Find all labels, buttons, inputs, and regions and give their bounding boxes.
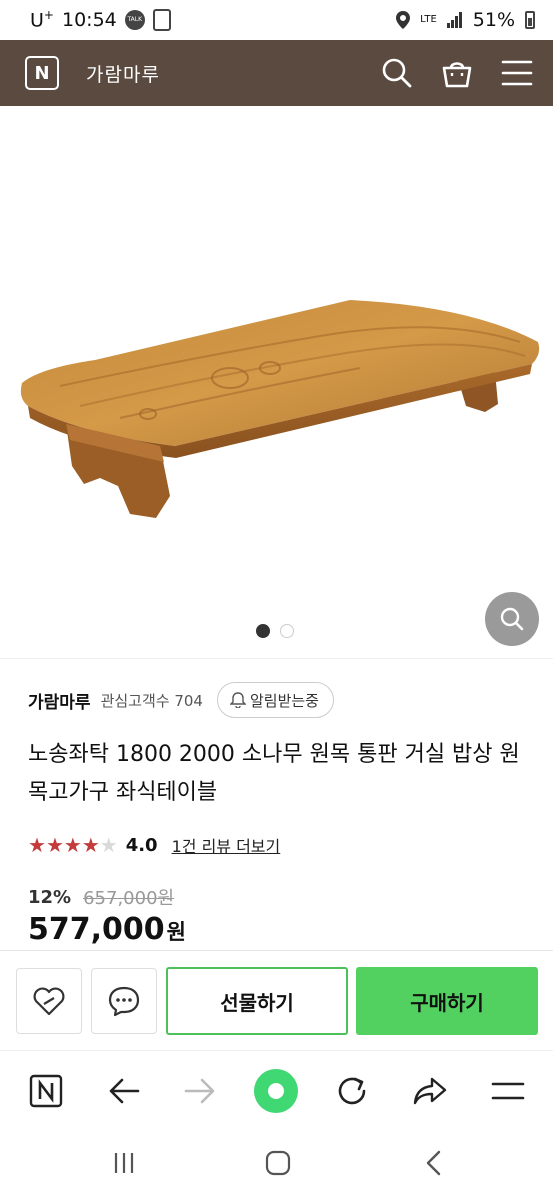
clock: 10:54 xyxy=(61,8,117,31)
rating-row: ★★★★★ 4.0 1건 리뷰 더보기 xyxy=(28,832,280,858)
product-image-carousel[interactable] xyxy=(0,106,553,658)
system-navigation-bar xyxy=(0,1128,553,1200)
price-unit: 원 xyxy=(166,920,186,944)
menu-icon[interactable] xyxy=(501,59,533,87)
search-icon[interactable] xyxy=(381,57,413,89)
back-icon[interactable] xyxy=(414,1148,454,1178)
signal-icon xyxy=(446,12,462,28)
cart-icon[interactable] xyxy=(441,57,473,89)
status-bar: U+ 10:54 TALK LTE 51% xyxy=(0,0,553,40)
back-arrow-icon[interactable] xyxy=(102,1069,146,1113)
magnify-icon xyxy=(500,607,524,631)
naver-home-icon[interactable] xyxy=(24,1069,68,1113)
wishlist-button[interactable] xyxy=(16,968,82,1034)
carousel-indicator xyxy=(256,624,294,638)
recent-apps-icon[interactable] xyxy=(104,1148,144,1178)
refresh-icon[interactable] xyxy=(330,1069,374,1113)
battery-percent: 51% xyxy=(472,9,515,31)
bell-check-icon xyxy=(229,692,246,708)
notification-icon xyxy=(152,8,171,31)
discount-rate: 12% xyxy=(28,886,72,908)
follower-count: 관심고객수 704 xyxy=(100,691,203,710)
star-rating: ★★★★★ xyxy=(28,833,118,857)
notify-button[interactable]: 알림받는중 xyxy=(216,682,334,718)
location-icon xyxy=(396,11,411,29)
review-link[interactable]: 1건 리뷰 더보기 xyxy=(172,833,281,857)
buy-button[interactable]: 구매하기 xyxy=(356,967,538,1035)
battery-icon xyxy=(525,11,535,29)
browser-toolbar xyxy=(0,1050,553,1128)
green-dot-icon[interactable] xyxy=(252,1067,300,1115)
star-empty-icon: ★ xyxy=(99,833,118,857)
original-price: 657,000원 xyxy=(83,888,175,909)
seller-name[interactable]: 가람마루 xyxy=(28,688,91,713)
heart-icon xyxy=(33,987,65,1016)
share-icon[interactable] xyxy=(408,1069,452,1113)
chat-bubble-icon xyxy=(108,986,140,1017)
sale-price: 577,000원 xyxy=(28,912,186,947)
star-filled-icon: ★ xyxy=(81,833,100,857)
notify-label: 알림받는중 xyxy=(249,691,319,710)
naver-logo[interactable]: N xyxy=(25,56,59,90)
forward-arrow-icon[interactable] xyxy=(178,1069,222,1113)
star-filled-icon: ★ xyxy=(28,833,46,857)
zoom-image-button[interactable] xyxy=(485,592,539,646)
product-title: 노송좌탁 1800 2000 소나무 원목 통판 거실 밥상 원목고가구 좌식테… xyxy=(28,742,520,805)
price-row: 12% 657,000원 xyxy=(28,884,174,910)
rating-value: 4.0 xyxy=(125,834,158,856)
browser-menu-icon[interactable] xyxy=(486,1069,530,1113)
chat-button[interactable] xyxy=(91,968,157,1034)
star-filled-icon: ★ xyxy=(63,833,82,857)
purchase-action-bar: 선물하기 구매하기 xyxy=(0,950,553,1050)
product-image xyxy=(20,300,540,518)
carousel-dot-active[interactable] xyxy=(256,624,270,638)
network-type: LTE xyxy=(420,14,437,25)
carousel-dot[interactable] xyxy=(280,624,294,638)
carrier-label: U+ xyxy=(30,8,54,32)
store-header: N 가람마루 xyxy=(0,40,553,106)
seller-row: 가람마루 관심고객수 704 알림받는중 xyxy=(28,681,334,719)
talk-notification-icon: TALK xyxy=(124,9,145,30)
home-icon[interactable] xyxy=(258,1148,298,1178)
star-filled-icon: ★ xyxy=(45,833,64,857)
divider xyxy=(0,658,553,659)
sale-price-value: 577,000 xyxy=(28,912,165,947)
gift-button[interactable]: 선물하기 xyxy=(166,967,348,1035)
store-title[interactable]: 가람마루 xyxy=(86,60,160,87)
